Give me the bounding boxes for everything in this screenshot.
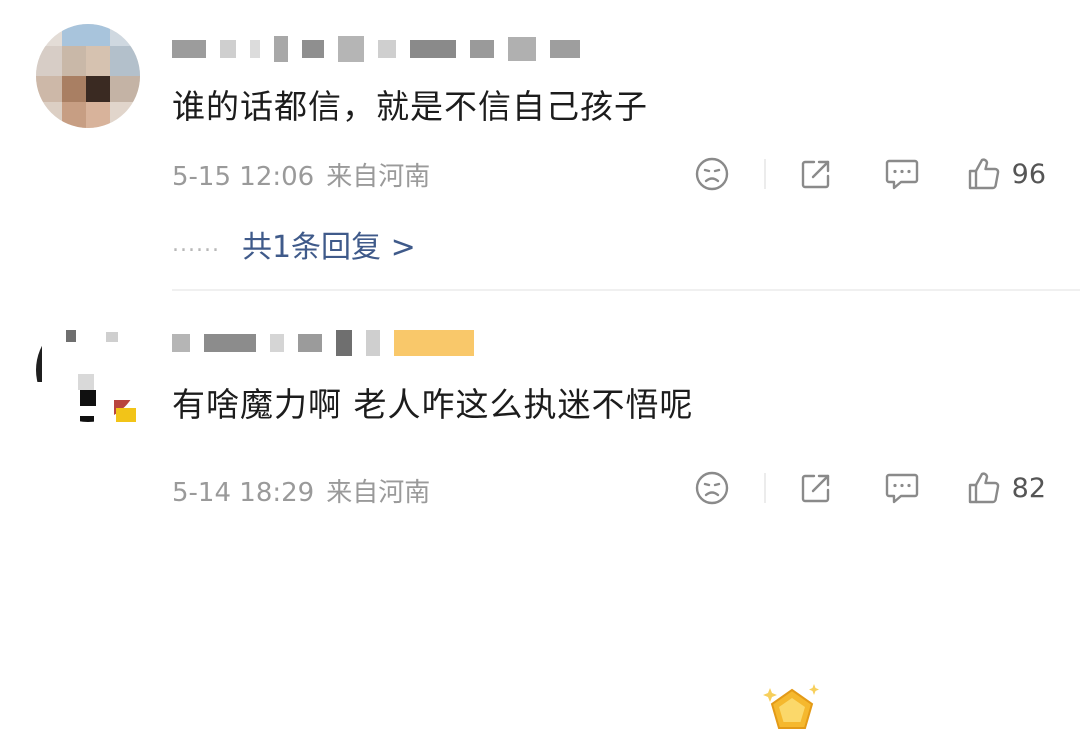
comment-bubble-icon[interactable] xyxy=(880,471,924,505)
avatar[interactable] xyxy=(36,24,140,128)
avatar[interactable] xyxy=(36,318,140,422)
like-count: 82 xyxy=(1011,472,1046,504)
avatar-pixel xyxy=(116,408,136,422)
divider xyxy=(763,473,766,503)
comment-actions: 96 xyxy=(690,154,1046,194)
avatar-pixel xyxy=(80,390,96,406)
comment-meta: 5-14 18:29 来自河南 xyxy=(172,472,442,509)
like-button[interactable]: 96 xyxy=(966,156,1046,192)
share-icon[interactable] xyxy=(794,157,838,191)
comment-item: 谁的话都信，就是不信自己孩子 5-15 12:06 来自河南 96 ......… xyxy=(0,0,1080,291)
comment-text: 有啥魔力啊 老人咋这么执迷不悟呢 xyxy=(172,385,694,424)
like-button[interactable]: 82 xyxy=(966,470,1046,506)
comment-date: 5-14 18:29 xyxy=(172,478,315,508)
view-replies-link[interactable]: ...... 共1条回复 > xyxy=(172,222,416,266)
comment-actions: 82 xyxy=(690,468,1046,508)
replies-dots: ...... xyxy=(172,231,220,257)
comment-meta: 5-15 12:06 来自河南 xyxy=(172,156,442,193)
thumbs-up-icon xyxy=(966,470,1002,506)
divider-line xyxy=(172,289,1080,291)
comment-item: 有啥魔力啊 老人咋这么执迷不悟呢 5-14 18:29 来自河南 82 xyxy=(0,292,1080,729)
comment-location: 来自河南 xyxy=(326,162,431,192)
thumbs-up-icon xyxy=(966,156,1002,192)
sad-face-icon[interactable] xyxy=(690,470,734,506)
share-icon[interactable] xyxy=(794,471,838,505)
comment-location: 来自河南 xyxy=(326,478,431,508)
replies-count-label: 共1条回复 > xyxy=(241,230,416,265)
sad-face-icon[interactable] xyxy=(690,156,734,192)
comment-date: 5-15 12:06 xyxy=(172,162,315,192)
username-redacted[interactable] xyxy=(172,36,580,62)
comment-bubble-icon[interactable] xyxy=(880,157,924,191)
like-count: 96 xyxy=(1011,158,1046,190)
divider xyxy=(763,159,766,189)
comment-text: 谁的话都信，就是不信自己孩子 xyxy=(172,87,648,126)
gold-pentagon-badge-icon xyxy=(756,682,828,740)
username-redacted[interactable] xyxy=(172,330,474,356)
